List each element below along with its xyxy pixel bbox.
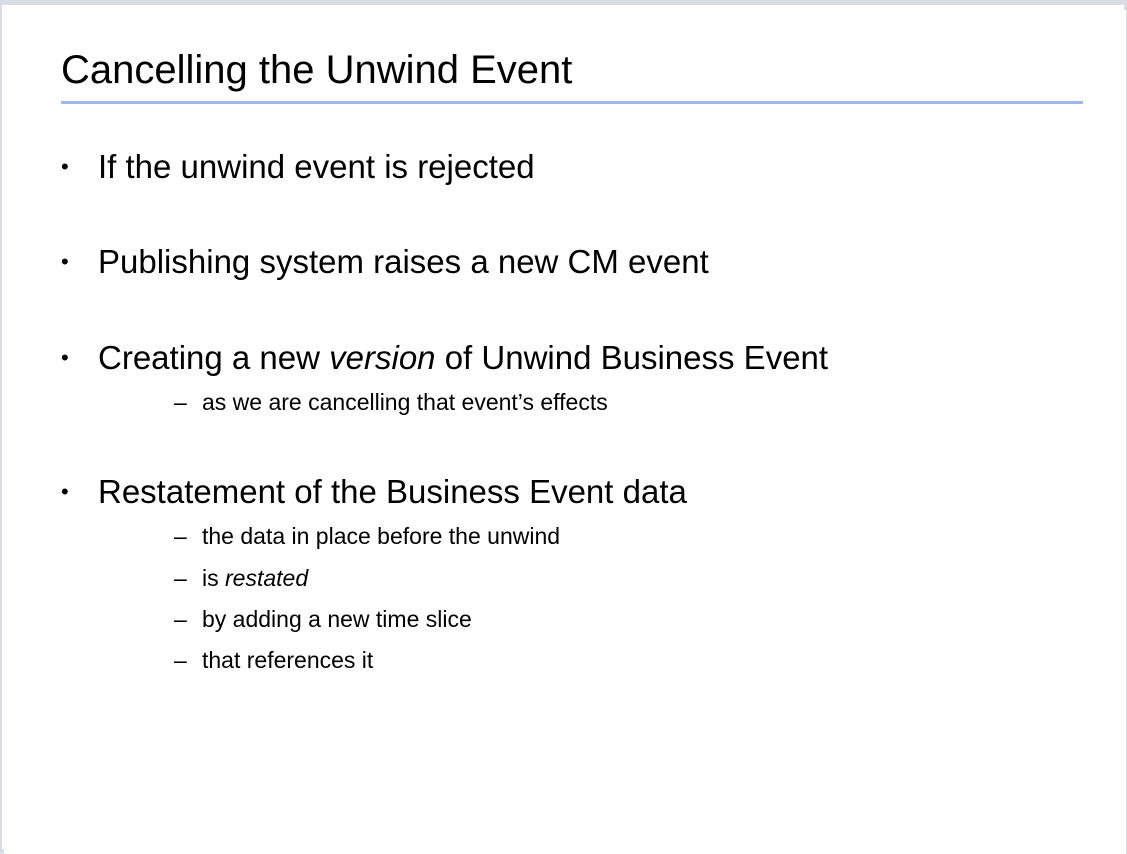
sub-dash: – [174,647,187,673]
bullet-4-sub-2: – is restated [174,563,308,593]
sub-dash: – [174,565,187,591]
bullet-2-text: Publishing system raises a new CM event [98,243,709,280]
bullet-4-sub-4-text: that references it [202,647,374,673]
title-underline [61,101,1083,104]
sub-dash: – [174,606,187,632]
bullet-dot: • [61,154,69,179]
bullet-3-sub-1-text: as we are cancelling that event’s effect… [202,389,608,415]
bullet-4-sub-4: – that references it [174,645,373,675]
slide-title: Cancelling the Unwind Event [61,48,573,92]
sub-dash: – [174,389,187,415]
bullet-dot: • [61,345,69,370]
bullet-3-text-pre: Creating a new [98,339,330,376]
bullet-4-sub-1: – the data in place before the unwind [174,521,560,551]
slide: Cancelling the Unwind Event • If the unwi… [4,10,1126,854]
bullet-2: • Publishing system raises a new CM event [61,242,709,282]
bullet-3-text-post: of Unwind Business Event [435,339,829,376]
slide-frame: Cancelling the Unwind Event • If the unwi… [0,0,1127,854]
bullet-dot: • [61,479,69,504]
bullet-1: • If the unwind event is rejected [61,147,535,187]
bullet-3: • Creating a new version of Unwind Busine… [61,338,828,378]
bullet-4-sub-2-text-pre: is [202,565,225,591]
bullet-4: • Restatement of the Business Event data [61,472,687,512]
bullet-dot: • [61,249,69,274]
bullet-3-text-emphasis: version [329,339,436,376]
bullet-3-sub-1: – as we are cancelling that event’s effec… [174,387,608,417]
bullet-4-sub-3-text: by adding a new time slice [202,606,472,632]
sub-dash: – [174,523,187,549]
bullet-4-sub-2-text-emphasis: restated [225,565,309,591]
bullet-4-sub-1-text: the data in place before the unwind [202,523,561,549]
bullet-4-text: Restatement of the Business Event data [98,473,687,510]
bullet-1-text: If the unwind event is rejected [98,148,535,185]
bullet-4-sub-3: – by adding a new time slice [174,604,472,634]
